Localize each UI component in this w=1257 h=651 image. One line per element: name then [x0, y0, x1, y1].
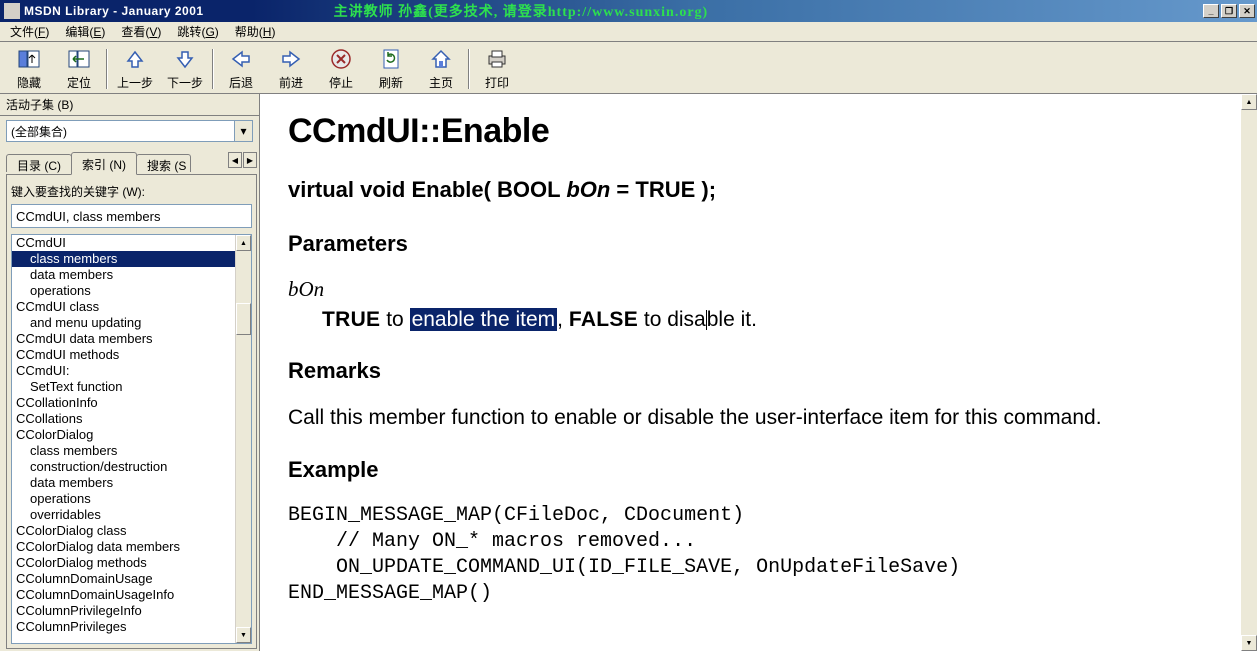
hide-button[interactable]: 隐藏 — [4, 45, 54, 93]
list-item[interactable]: CColorDialog class — [12, 523, 235, 539]
menu-view[interactable]: 查看(V) — [113, 21, 169, 42]
content-pane: CCmdUI::Enable virtual void Enable( BOOL… — [260, 94, 1257, 651]
menu-edit[interactable]: 编辑(E) — [57, 21, 113, 42]
page-title: CCmdUI::Enable — [288, 112, 1229, 151]
toolbar: 隐藏 定位 上一步 下一步 后退 前进 停止 刷新 主页 打印 — [0, 42, 1257, 94]
list-item[interactable]: CCmdUI methods — [12, 347, 235, 363]
list-item[interactable]: data members — [12, 267, 235, 283]
fwd-button[interactable]: 前进 — [266, 45, 316, 93]
refresh-button[interactable]: 刷新 — [366, 45, 416, 93]
example-code: BEGIN_MESSAGE_MAP(CFileDoc, CDocument) /… — [288, 503, 1229, 607]
menu-go[interactable]: 跳转(G) — [169, 21, 226, 42]
list-item[interactable]: CColorDialog methods — [12, 555, 235, 571]
subset-value: (全部集合) — [7, 123, 234, 140]
print-button[interactable]: 打印 — [472, 45, 522, 93]
stop-button[interactable]: 停止 — [316, 45, 366, 93]
list-item[interactable]: CCmdUI class — [12, 299, 235, 315]
hide-icon — [17, 47, 41, 71]
list-item[interactable]: and menu updating — [12, 315, 235, 331]
down-arrow-icon — [173, 47, 197, 71]
window-title: MSDN Library - January 2001 — [24, 4, 204, 18]
subset-label: 活动子集 (B) — [0, 94, 259, 116]
next-button[interactable]: 下一步 — [160, 45, 210, 93]
list-item[interactable]: operations — [12, 283, 235, 299]
param-desc: TRUE to enable the item, FALSE to disabl… — [322, 306, 1229, 334]
app-icon — [4, 3, 20, 19]
keyword-input[interactable]: CCmdUI, class members — [11, 204, 252, 228]
back-button[interactable]: 后退 — [216, 45, 266, 93]
text-cursor — [706, 310, 707, 330]
remarks-heading: Remarks — [288, 358, 1229, 384]
list-item[interactable]: CColumnPrivileges — [12, 619, 235, 635]
nav-pane: 活动子集 (B) (全部集合) ▾ 目录 (C) 索引 (N) 搜索 (S ◀ … — [0, 94, 260, 651]
locate-button[interactable]: 定位 — [54, 45, 104, 93]
list-item[interactable]: class members — [12, 251, 235, 267]
back-arrow-icon — [229, 47, 253, 71]
selected-text: enable the item — [410, 308, 558, 331]
list-item[interactable]: CColorDialog data members — [12, 539, 235, 555]
up-arrow-icon — [123, 47, 147, 71]
list-item[interactable]: CCollationInfo — [12, 395, 235, 411]
list-item[interactable]: CCmdUI: — [12, 363, 235, 379]
tab-scroll-right[interactable]: ▶ — [243, 152, 257, 168]
tab-search[interactable]: 搜索 (S — [136, 154, 191, 172]
list-item[interactable]: CColumnDomainUsageInfo — [12, 587, 235, 603]
list-scrollbar[interactable]: ▲ ▼ — [235, 235, 251, 643]
list-item[interactable]: construction/destruction — [12, 459, 235, 475]
index-listbox[interactable]: CCmdUIclass membersdata membersoperation… — [11, 234, 252, 644]
maximize-button[interactable]: ❐ — [1221, 4, 1237, 18]
menu-file[interactable]: 文件(F) — [2, 21, 57, 42]
list-item[interactable]: data members — [12, 475, 235, 491]
list-item[interactable]: operations — [12, 491, 235, 507]
minimize-button[interactable]: _ — [1203, 4, 1219, 18]
prev-button[interactable]: 上一步 — [110, 45, 160, 93]
function-signature: virtual void Enable( BOOL bOn = TRUE ); — [288, 177, 1229, 203]
print-icon — [485, 47, 509, 71]
content-scrollbar[interactable]: ▲ ▼ — [1241, 94, 1257, 651]
list-item[interactable]: CCollations — [12, 411, 235, 427]
titlebar: MSDN Library - January 2001 主讲教师 孙鑫(更多技术… — [0, 0, 1257, 22]
list-item[interactable]: CColumnDomainUsage — [12, 571, 235, 587]
list-item[interactable]: SetText function — [12, 379, 235, 395]
chevron-down-icon[interactable]: ▾ — [234, 121, 252, 141]
example-heading: Example — [288, 457, 1229, 483]
subset-combo[interactable]: (全部集合) ▾ — [6, 120, 253, 142]
list-item[interactable]: CColorDialog — [12, 427, 235, 443]
list-item[interactable]: CCmdUI data members — [12, 331, 235, 347]
forward-arrow-icon — [279, 47, 303, 71]
scroll-up-icon[interactable]: ▲ — [1241, 94, 1257, 110]
tab-index[interactable]: 索引 (N) — [71, 152, 137, 175]
parameters-heading: Parameters — [288, 231, 1229, 257]
close-button[interactable]: ✕ — [1239, 4, 1255, 18]
scroll-up-icon[interactable]: ▲ — [236, 235, 251, 251]
scroll-down-icon[interactable]: ▼ — [1241, 635, 1257, 651]
stop-icon — [329, 47, 353, 71]
locate-icon — [67, 47, 91, 71]
home-icon — [429, 47, 453, 71]
tab-scroll-left[interactable]: ◀ — [228, 152, 242, 168]
remarks-text: Call this member function to enable or d… — [288, 404, 1228, 432]
list-item[interactable]: class members — [12, 443, 235, 459]
scroll-thumb[interactable] — [236, 303, 251, 335]
home-button[interactable]: 主页 — [416, 45, 466, 93]
scroll-down-icon[interactable]: ▼ — [236, 627, 251, 643]
keyword-prompt: 键入要查找的关键字 (W): — [11, 183, 252, 200]
tab-contents[interactable]: 目录 (C) — [6, 154, 72, 172]
list-item[interactable]: CCmdUI — [12, 235, 235, 251]
list-item[interactable]: CColumnPrivilegeInfo — [12, 603, 235, 619]
param-name: bOn — [288, 277, 1229, 302]
menu-help[interactable]: 帮助(H) — [227, 21, 284, 42]
menubar: 文件(F) 编辑(E) 查看(V) 跳转(G) 帮助(H) — [0, 22, 1257, 42]
title-banner: 主讲教师 孙鑫(更多技术, 请登录http://www.sunxin.org) — [334, 1, 709, 21]
refresh-icon — [379, 47, 403, 71]
list-item[interactable]: overridables — [12, 507, 235, 523]
